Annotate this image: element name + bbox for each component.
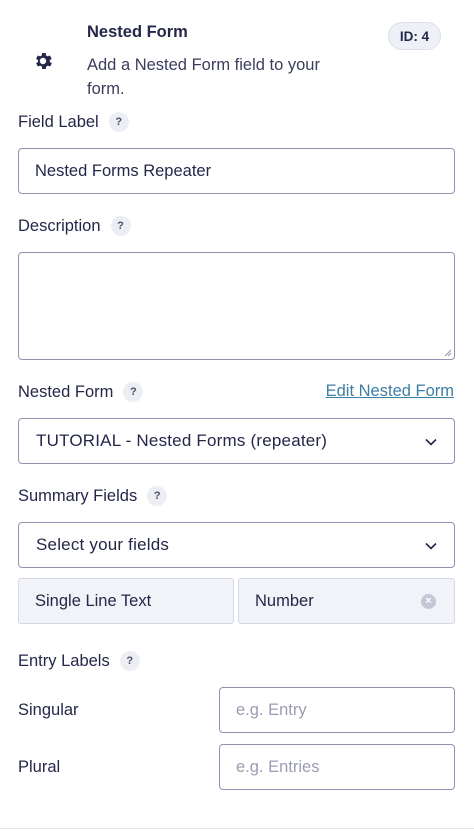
entry-labels-help-icon[interactable]: ? bbox=[119, 651, 140, 671]
description-help-icon[interactable]: ? bbox=[110, 216, 131, 236]
description-label: Description bbox=[18, 216, 101, 235]
singular-label: Singular bbox=[18, 701, 79, 719]
nested-form-help-icon[interactable]: ? bbox=[123, 382, 144, 402]
summary-fields-help-icon[interactable]: ? bbox=[147, 486, 168, 506]
field-label-help-icon[interactable]: ? bbox=[108, 112, 129, 132]
remove-chip-icon[interactable]: × bbox=[421, 594, 436, 609]
field-label-input[interactable]: Nested Forms Repeater bbox=[18, 148, 455, 194]
chevron-down-icon bbox=[425, 438, 437, 446]
nested-form-label: Nested Form bbox=[18, 382, 114, 401]
description-textarea[interactable] bbox=[18, 252, 455, 360]
nested-form-select[interactable]: TUTORIAL - Nested Forms (repeater) bbox=[18, 418, 455, 464]
summary-fields-label-row: Summary Fields ? bbox=[18, 486, 168, 506]
nested-form-label-row: Nested Form ? bbox=[18, 382, 144, 402]
summary-field-chip[interactable]: Single Line Text bbox=[18, 578, 234, 624]
summary-field-chip-label: Number bbox=[255, 591, 314, 610]
plural-label: Plural bbox=[18, 758, 61, 776]
nested-form-selected-value: TUTORIAL - Nested Forms (repeater) bbox=[36, 431, 328, 450]
gear-icon bbox=[36, 53, 52, 69]
plural-input[interactable]: e.g. Entries bbox=[219, 744, 455, 790]
chevron-down-icon bbox=[425, 542, 437, 550]
field-type-title: Nested Form bbox=[87, 23, 188, 41]
summary-field-chip-label: Single Line Text bbox=[35, 591, 152, 610]
summary-fields-select[interactable]: Select your fields bbox=[18, 522, 455, 568]
edit-nested-form-link[interactable]: Edit Nested Form bbox=[326, 382, 454, 401]
description-label-row: Description ? bbox=[18, 216, 131, 236]
field-settings-header: Nested Form Add a Nested Form field to y… bbox=[0, 0, 474, 110]
field-id-badge: ID: 4 bbox=[388, 22, 441, 50]
entry-labels-label-row: Entry Labels ? bbox=[18, 651, 140, 671]
summary-field-chip[interactable]: Number × bbox=[238, 578, 455, 624]
entry-labels-label: Entry Labels bbox=[18, 651, 110, 670]
resize-handle-icon[interactable] bbox=[442, 347, 452, 357]
field-label-label-row: Field Label ? bbox=[18, 112, 129, 132]
field-type-description: Add a Nested Form field to your form. bbox=[87, 56, 320, 98]
summary-fields-label: Summary Fields bbox=[18, 486, 138, 505]
summary-fields-placeholder: Select your fields bbox=[36, 535, 170, 554]
section-divider bbox=[0, 828, 474, 829]
field-label-label: Field Label bbox=[18, 112, 99, 131]
singular-input[interactable]: e.g. Entry bbox=[219, 687, 455, 733]
